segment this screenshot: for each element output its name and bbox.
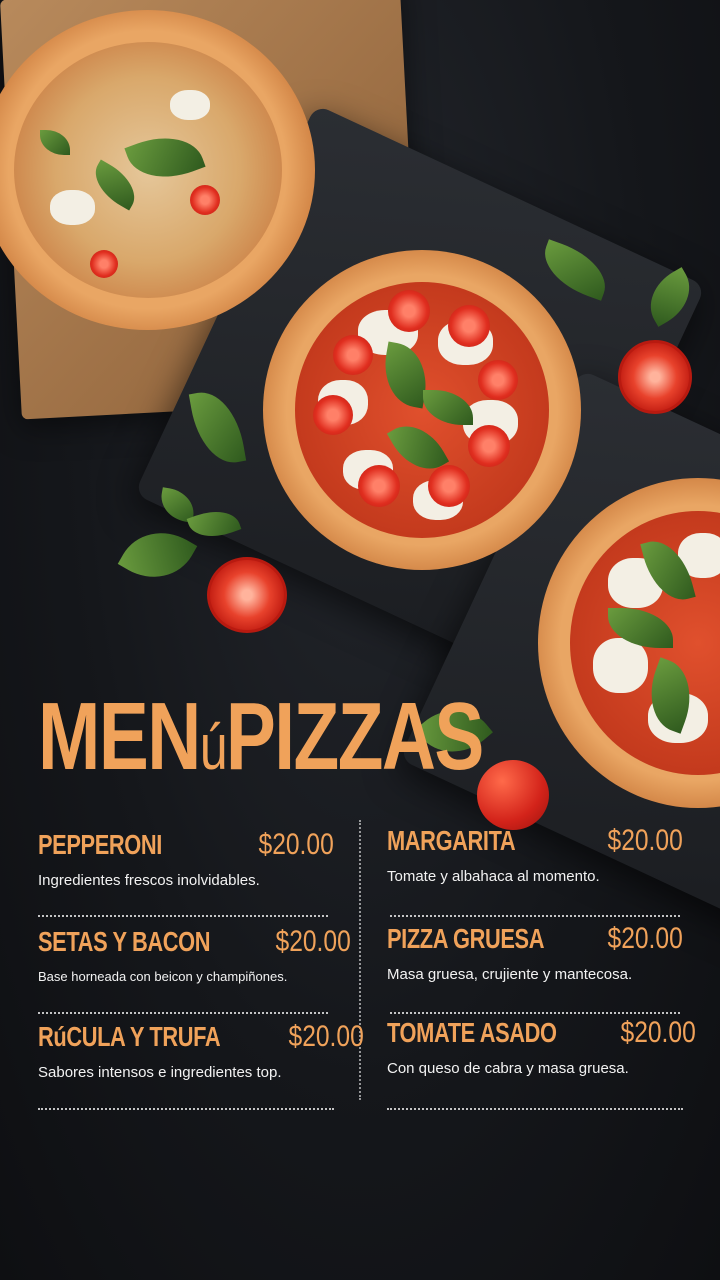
item-description: Tomate y albahaca al momento.: [387, 868, 600, 885]
menu-item-tomate-asado: TOMATE ASADO $20.00 Con queso de cabra y…: [387, 1016, 696, 1077]
tomato-image: [207, 557, 287, 633]
pizza-menu: PEPPERONI $20.00 Ingredientes frescos in…: [0, 820, 720, 1120]
tomato-image: [618, 340, 692, 414]
dotted-separator: [390, 1012, 680, 1014]
item-name: RúCULA Y TRUFA: [38, 1021, 221, 1052]
basil-leaf-image: [117, 516, 198, 594]
item-price: $20.00: [607, 824, 683, 857]
item-description: Ingredientes frescos inolvidables.: [38, 872, 260, 889]
item-price: $20.00: [258, 828, 334, 861]
item-price: $20.00: [275, 925, 351, 958]
menu-item-rucula-y-trufa: RúCULA Y TRUFA $20.00 Sabores intensos e…: [38, 1020, 363, 1081]
item-name: TOMATE ASADO: [387, 1017, 557, 1048]
dotted-separator: [38, 915, 328, 917]
item-name: MARGARITA: [387, 825, 516, 856]
dotted-separator: [387, 1108, 683, 1110]
dotted-separator: [390, 915, 680, 917]
dotted-separator: [38, 1012, 328, 1014]
item-price: $20.00: [621, 1016, 697, 1049]
title-accent: ú: [199, 711, 228, 784]
column-divider: [359, 820, 361, 1100]
menu-item-pizza-gruesa: PIZZA GRUESA $20.00 Masa gruesa, crujien…: [387, 922, 683, 983]
menu-item-setas-y-bacon: SETAS Y BACON $20.00 Base horneada con b…: [38, 925, 350, 984]
item-name: PIZZA GRUESA: [387, 923, 545, 954]
pizza-image: [263, 250, 581, 570]
item-price: $20.00: [288, 1020, 364, 1053]
title-part-2: PIZZAS: [225, 683, 484, 791]
menu-item-margarita: MARGARITA $20.00 Tomate y albahaca al mo…: [387, 824, 683, 885]
item-price: $20.00: [607, 922, 683, 955]
item-description: Base horneada con beicon y champiñones.: [38, 969, 288, 984]
item-name: PEPPERONI: [38, 829, 162, 860]
title-part-1: MEN: [38, 683, 201, 791]
item-description: Sabores intensos e ingredientes top.: [38, 1064, 282, 1081]
item-name: SETAS Y BACON: [38, 926, 211, 957]
menu-item-pepperoni: PEPPERONI $20.00 Ingredientes frescos in…: [38, 828, 334, 889]
menu-title: MENúPIZZAS: [38, 689, 484, 785]
dotted-separator: [38, 1108, 334, 1110]
item-description: Masa gruesa, crujiente y mantecosa.: [387, 966, 633, 983]
item-description: Con queso de cabra y masa gruesa.: [387, 1060, 629, 1077]
